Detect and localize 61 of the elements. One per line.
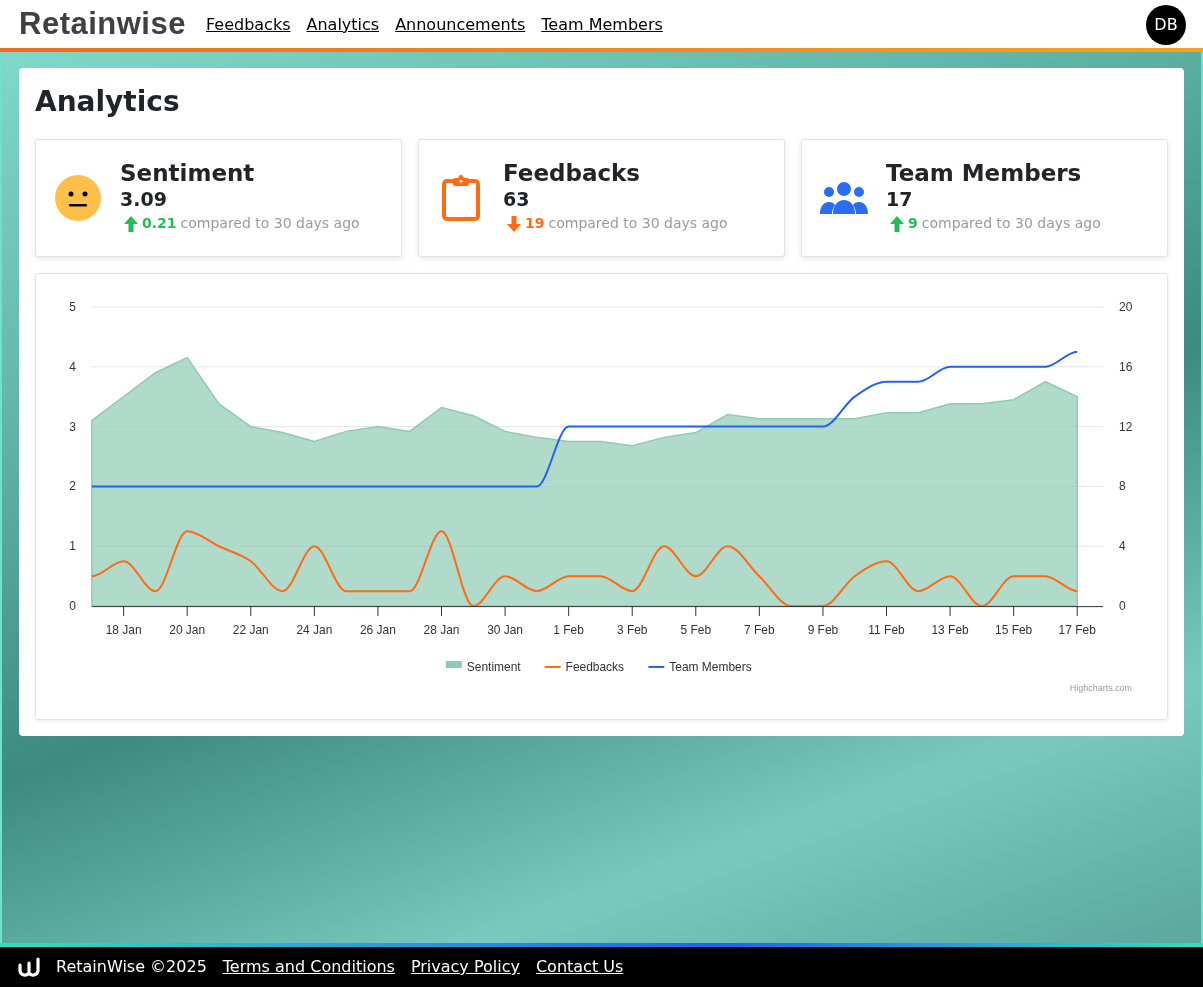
legend-item[interactable]: Sentiment (445, 659, 521, 674)
axis-label: 1 Feb (553, 622, 584, 637)
axis-label: 18 Jan (105, 622, 142, 637)
axis-label: 7 Feb (744, 622, 775, 637)
footer-link[interactable]: Contact Us (535, 955, 624, 979)
comparison-note: compared to 30 days ago (921, 214, 1101, 234)
axis-label: 13 Feb (931, 622, 969, 637)
comparison-note: compared to 30 days ago (180, 214, 360, 234)
axis-label: 5 Feb (680, 622, 712, 637)
legend-label: Team Members (669, 659, 752, 674)
axis-label: 20 (1119, 299, 1133, 314)
logo[interactable]: Retainwise (19, 1, 186, 48)
nav-link[interactable]: Feedbacks (205, 12, 291, 37)
legend-label: Sentiment (466, 659, 522, 674)
clipboard-icon (442, 174, 480, 221)
axis-label: 4 (1119, 538, 1126, 553)
nav-link[interactable]: Analytics (306, 12, 380, 37)
nav-link[interactable]: Announcements (395, 12, 526, 37)
legend-item[interactable]: Team Members (648, 659, 752, 674)
axis-label: 0 (1119, 598, 1126, 613)
axis-label: 15 Feb (995, 622, 1033, 637)
people-icon (820, 181, 868, 214)
page-title: Analytics (35, 85, 181, 119)
axis-label: 5 (69, 299, 76, 314)
axis-label: 2 (69, 479, 76, 493)
axis-label: 1 (69, 538, 76, 553)
axis-label: 3 (69, 419, 76, 434)
stat-value: 63 (503, 187, 531, 213)
axis-label: 0 (69, 598, 76, 613)
axis-label: 24 Jan (296, 622, 333, 637)
axis-label: 8 (1119, 479, 1126, 493)
axis-label: 30 Jan (487, 622, 523, 637)
comparison-note: compared to 30 days ago (548, 214, 728, 234)
axis-label: 17 Feb (1058, 622, 1096, 637)
logo-icon (18, 957, 40, 977)
axis-label: 28 Jan (423, 622, 460, 637)
stat-value: 3.09 (120, 187, 168, 213)
legend-item[interactable]: Feedbacks (544, 659, 625, 674)
footer-link[interactable]: Terms and Conditions (222, 955, 395, 979)
axis-label: 3 Feb (616, 622, 648, 637)
axis-label: 4 (69, 359, 76, 374)
change-value: 9 (908, 214, 918, 234)
stat-title: Sentiment (120, 161, 256, 187)
axis-label: 16 (1119, 359, 1133, 374)
nav-link[interactable]: Team Members (541, 12, 663, 37)
footer-link[interactable]: Privacy Policy (410, 955, 520, 979)
axis-label: 26 Jan (360, 622, 396, 637)
change-value: 0.21 (142, 214, 177, 234)
stat-value: 17 (886, 187, 914, 213)
stat-title: Team Members (886, 161, 1083, 187)
avatar[interactable]: DB (1146, 4, 1186, 45)
change-value: 19 (525, 214, 545, 234)
legend-label: Feedbacks (565, 659, 625, 674)
footer-brand: RetainWise ©2025 (56, 956, 207, 978)
stat-title: Feedbacks (503, 161, 642, 187)
neutral-face-icon (55, 174, 101, 221)
axis-label: 12 (1119, 419, 1133, 434)
axis-label: 11 Feb (868, 622, 905, 637)
axis-label: 22 Jan (232, 622, 269, 637)
axis-label: 9 Feb (807, 622, 839, 637)
axis-label: 20 Jan (169, 622, 206, 637)
